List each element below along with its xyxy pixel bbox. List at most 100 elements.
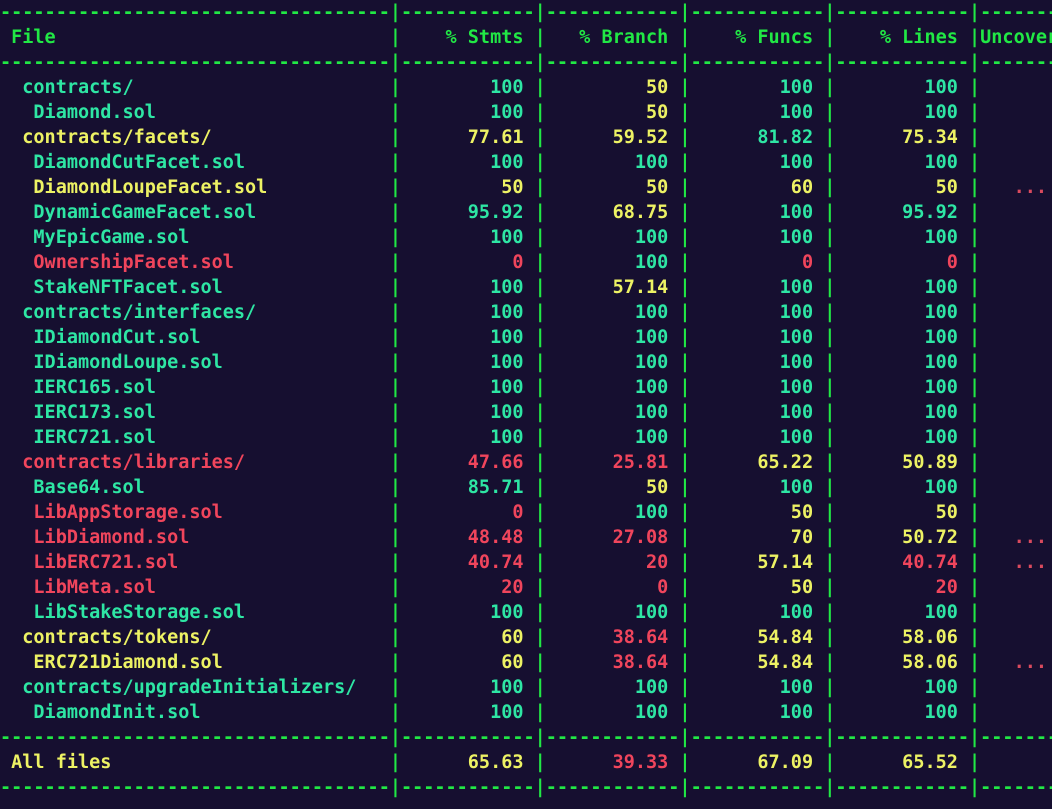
column-divider: | xyxy=(534,302,546,323)
table-row: DiamondCutFacet.sol | 100 | 100 | 100 | … xyxy=(0,150,1052,175)
column-divider: | xyxy=(824,427,836,448)
column-header-branch: % Branch xyxy=(545,27,680,48)
column-divider: | xyxy=(679,327,691,348)
separator-segment: ------------ xyxy=(545,777,680,798)
column-divider: | xyxy=(534,252,546,273)
column-divider: | xyxy=(824,602,836,623)
column-divider: | xyxy=(824,527,836,548)
cell-uncovered xyxy=(980,402,1052,423)
column-divider: | xyxy=(969,452,981,473)
separator-segment: ------------ xyxy=(400,52,535,73)
column-divider: | xyxy=(824,377,836,398)
table-row: IERC721.sol | 100 | 100 | 100 | 100 | | xyxy=(0,425,1052,450)
column-divider: | xyxy=(534,427,546,448)
column-divider: | xyxy=(824,727,836,748)
cell-stmts: 100 xyxy=(400,602,535,623)
column-divider: | xyxy=(969,377,981,398)
cell-lines: 100 xyxy=(835,302,970,323)
column-divider: | xyxy=(824,77,836,98)
column-divider: | xyxy=(534,677,546,698)
cell-file: OwnershipFacet.sol xyxy=(0,252,390,273)
column-divider: | xyxy=(534,277,546,298)
cell-file: IERC721.sol xyxy=(0,427,390,448)
cell-funcs: 100 xyxy=(690,302,825,323)
column-divider: | xyxy=(389,502,401,523)
cell-stmts: 77.61 xyxy=(400,127,535,148)
cell-funcs: 100 xyxy=(690,377,825,398)
column-divider: | xyxy=(679,477,691,498)
table-separator: -----------------------------------|----… xyxy=(0,50,1052,75)
column-divider: | xyxy=(534,377,546,398)
column-divider: | xyxy=(679,652,691,673)
cell-lines: 75.34 xyxy=(835,127,970,148)
column-divider: | xyxy=(969,202,981,223)
cell-uncovered: 10,11,12,15 xyxy=(980,577,1052,598)
cell-lines: 50.72 xyxy=(835,527,970,548)
cell-branch: 100 xyxy=(545,302,680,323)
cell-branch: 20 xyxy=(545,552,680,573)
column-divider: | xyxy=(534,102,546,123)
separator-segment: ----------------------------------- xyxy=(0,777,390,798)
cell-stmts: 100 xyxy=(400,427,535,448)
separator-segment: ----------------------------------- xyxy=(0,52,390,73)
cell-stmts: 60 xyxy=(400,652,535,673)
table-separator: -----------------------------------|----… xyxy=(0,775,1052,800)
table-row: IERC173.sol | 100 | 100 | 100 | 100 | | xyxy=(0,400,1052,425)
cell-lines: 65.52 xyxy=(835,752,970,773)
cell-branch: 68.75 xyxy=(545,202,680,223)
table-row: OwnershipFacet.sol | 0 | 100 | 0 | 0 | 9… xyxy=(0,250,1052,275)
cell-uncovered xyxy=(980,352,1052,373)
cell-lines: 100 xyxy=(835,77,970,98)
separator-segment: ------------------- xyxy=(980,777,1052,798)
column-divider: | xyxy=(969,27,981,48)
cell-file: LibAppStorage.sol xyxy=(0,502,390,523)
column-divider: | xyxy=(534,27,546,48)
column-divider: | xyxy=(969,427,981,448)
separator-segment: ----------------------------------- xyxy=(0,2,390,23)
cell-uncovered xyxy=(980,702,1052,723)
column-divider: | xyxy=(679,777,691,798)
column-divider: | xyxy=(824,352,836,373)
cell-uncovered xyxy=(980,677,1052,698)
column-divider: | xyxy=(534,627,546,648)
column-divider: | xyxy=(389,127,401,148)
column-divider: | xyxy=(969,102,981,123)
column-divider: | xyxy=(389,627,401,648)
cell-uncovered xyxy=(980,302,1052,323)
column-divider: | xyxy=(389,777,401,798)
table-row: DiamondLoupeFacet.sol | 50 | 50 | 60 | 5… xyxy=(0,175,1052,200)
cell-uncovered xyxy=(980,377,1052,398)
cell-lines: 95.92 xyxy=(835,202,970,223)
column-divider: | xyxy=(824,702,836,723)
separator-segment: ------------ xyxy=(690,52,825,73)
cell-stmts: 100 xyxy=(400,302,535,323)
cell-file: DiamondLoupeFacet.sol xyxy=(0,177,390,198)
table-row: LibDiamond.sol | 48.48 | 27.08 | 70 | 50… xyxy=(0,525,1052,550)
column-divider: | xyxy=(679,627,691,648)
table-row: LibERC721.sol | 40.74 | 20 | 57.14 | 40.… xyxy=(0,550,1052,575)
column-divider: | xyxy=(679,527,691,548)
cell-lines: 100 xyxy=(835,377,970,398)
cell-file: ERC721Diamond.sol xyxy=(0,652,390,673)
column-divider: | xyxy=(679,227,691,248)
table-header-row: File | % Stmts | % Branch | % Funcs | % … xyxy=(0,25,1052,50)
cell-branch: 38.64 xyxy=(545,627,680,648)
column-divider: | xyxy=(824,202,836,223)
cell-branch: 100 xyxy=(545,677,680,698)
separator-segment: ------------ xyxy=(835,2,970,23)
column-divider: | xyxy=(969,152,981,173)
separator-segment: ------------ xyxy=(545,2,680,23)
cell-branch: 100 xyxy=(545,377,680,398)
column-divider: | xyxy=(679,402,691,423)
cell-lines: 100 xyxy=(835,602,970,623)
table-row: LibMeta.sol | 20 | 0 | 50 | 20 | 10,11,1… xyxy=(0,575,1052,600)
cell-lines: 58.06 xyxy=(835,627,970,648)
cell-lines: 100 xyxy=(835,102,970,123)
table-row: LibStakeStorage.sol | 100 | 100 | 100 | … xyxy=(0,600,1052,625)
column-divider: | xyxy=(679,302,691,323)
cell-branch: 0 xyxy=(545,577,680,598)
cell-lines: 50 xyxy=(835,177,970,198)
cell-uncovered xyxy=(980,327,1052,348)
column-divider: | xyxy=(969,552,981,573)
cell-branch: 100 xyxy=(545,327,680,348)
